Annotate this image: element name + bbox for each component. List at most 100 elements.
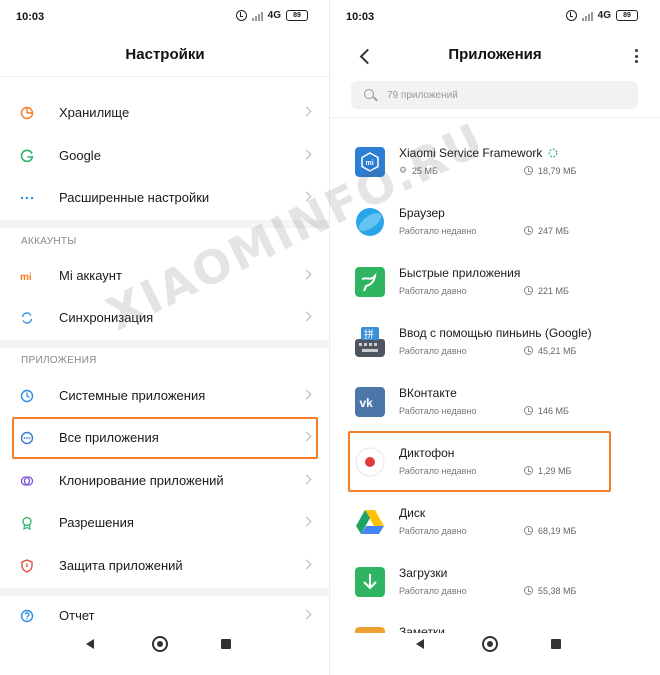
settings-item-label: Синхронизация xyxy=(59,310,154,325)
downloads-icon xyxy=(355,567,385,597)
app-status: Работало давно xyxy=(399,346,467,356)
settings-item-label: Защита приложений xyxy=(59,558,183,573)
battery-icon: 89 xyxy=(616,10,638,21)
status-time: 10:03 xyxy=(16,11,45,23)
settings-item-label: Google xyxy=(59,148,101,163)
app-list-item[interactable]: vk ВКонтакте Работало недавно 146 МБ xyxy=(330,373,660,433)
browser-icon xyxy=(356,208,384,236)
battery-icon: 89 xyxy=(286,10,308,21)
alarm-icon xyxy=(565,10,577,21)
shield-icon xyxy=(21,559,33,573)
nav-recents-icon[interactable] xyxy=(221,639,231,649)
highlight-box-recorder xyxy=(348,431,611,492)
network-type: 4G xyxy=(267,10,281,21)
loading-icon xyxy=(548,148,558,158)
app-name: Ввод с помощью пиньинь (Google) xyxy=(399,326,592,340)
status-icons: 4G 89 xyxy=(235,10,308,21)
page-title: Приложения xyxy=(448,46,542,63)
nav-home-icon[interactable] xyxy=(152,636,168,652)
drive-icon xyxy=(356,510,384,534)
app-list-item[interactable]: 拼 Ввод с помощью пиньинь (Google) Работа… xyxy=(330,313,660,373)
app-name: ВКонтакте xyxy=(399,386,457,400)
app-status: Работало давно xyxy=(399,286,467,296)
chevron-right-icon xyxy=(301,269,312,280)
signal-icon xyxy=(581,11,593,21)
xiaomi-framework-icon: mi xyxy=(355,147,385,177)
nav-back-icon[interactable] xyxy=(86,639,94,649)
section-header-apps: ПРИЛОЖЕНИЯ xyxy=(21,355,97,366)
section-divider xyxy=(0,220,330,228)
app-name: Загрузки xyxy=(399,566,448,580)
app-list-item[interactable]: Диск Работало давно 68,19 МБ xyxy=(330,493,660,553)
settings-item-app-protection[interactable]: Защита приложений xyxy=(0,546,330,586)
app-status: Работало давно xyxy=(399,526,467,536)
search-bar[interactable] xyxy=(351,81,638,109)
app-storage-size: 25 МБ xyxy=(399,165,438,176)
settings-item-label: Системные приложения xyxy=(59,388,206,403)
settings-item-advanced[interactable]: Расширенные настройки xyxy=(0,178,330,218)
app-list-item[interactable]: Быстрые приложения Работало давно 221 МБ xyxy=(330,253,660,313)
settings-item-google[interactable]: Google xyxy=(0,136,330,176)
list-divider xyxy=(330,117,660,118)
app-status: Работало давно xyxy=(399,586,467,596)
pinyin-keyboard-icon: 拼 xyxy=(355,327,385,357)
app-status: Работало недавно xyxy=(399,406,477,416)
chevron-right-icon xyxy=(301,516,312,527)
alarm-icon xyxy=(235,10,247,21)
nav-back-icon[interactable] xyxy=(416,639,424,649)
app-list-item[interactable]: mi Xiaomi Service Framework 25 МБ 18,79 … xyxy=(330,133,660,193)
signal-icon xyxy=(251,11,263,21)
settings-item-label: Отчет xyxy=(59,608,95,623)
app-name: Быстрые приложения xyxy=(399,266,521,280)
section-divider xyxy=(0,588,330,596)
section-divider xyxy=(0,340,330,348)
app-list-item[interactable]: Браузер Работало недавно 247 МБ xyxy=(330,193,660,253)
quick-apps-icon xyxy=(355,267,385,297)
svg-text:vk: vk xyxy=(360,396,374,410)
chevron-right-icon xyxy=(301,191,312,202)
app-name: Браузер xyxy=(399,206,445,220)
search-icon xyxy=(364,89,374,99)
header-divider xyxy=(0,76,330,77)
settings-item-storage[interactable]: Хранилище xyxy=(0,93,330,133)
status-bar: 10:03 4G 89 xyxy=(0,0,330,34)
settings-item-label: Клонирование приложений xyxy=(59,473,224,488)
app-size: 221 МБ xyxy=(524,286,569,296)
app-name: Xiaomi Service Framework xyxy=(399,146,543,160)
search-input[interactable] xyxy=(387,86,617,104)
app-size: 247 МБ xyxy=(524,226,569,236)
chevron-right-icon xyxy=(301,389,312,400)
status-bar: 10:03 4G 89 xyxy=(330,0,660,34)
app-list-item[interactable]: Загрузки Работало давно 55,38 МБ xyxy=(330,553,660,613)
dots-icon xyxy=(20,196,34,200)
settings-item-permissions[interactable]: Разрешения xyxy=(0,503,330,543)
settings-item-system-apps[interactable]: Системные приложения xyxy=(0,376,330,416)
settings-item-mi-account[interactable]: mi Mi аккаунт xyxy=(0,256,330,296)
pie-chart-icon xyxy=(20,106,34,120)
settings-item-sync[interactable]: Синхронизация xyxy=(0,298,330,338)
svg-text:mi: mi xyxy=(366,160,374,167)
nav-home-icon[interactable] xyxy=(482,636,498,652)
svg-text:拼: 拼 xyxy=(364,328,374,341)
badge-icon xyxy=(22,516,32,530)
vk-icon: vk xyxy=(355,387,385,417)
chevron-right-icon xyxy=(301,311,312,322)
status-icons: 4G 89 xyxy=(565,10,638,21)
app-size: 146 МБ xyxy=(524,406,569,416)
navigation-bar xyxy=(0,629,330,675)
grid-icon xyxy=(20,389,34,403)
nav-recents-icon[interactable] xyxy=(551,639,561,649)
app-name: Диск xyxy=(399,506,426,520)
settings-item-clone-apps[interactable]: Клонирование приложений xyxy=(0,461,330,501)
chevron-right-icon xyxy=(301,106,312,117)
app-size: 18,79 МБ xyxy=(524,166,576,176)
settings-screen: 10:03 4G 89 Настройки Хранилище Google Р… xyxy=(0,0,330,675)
mi-logo-icon: mi xyxy=(20,272,32,283)
app-status: Работало недавно xyxy=(399,226,477,236)
status-time: 10:03 xyxy=(346,11,375,23)
chevron-right-icon xyxy=(301,559,312,570)
chevron-right-icon xyxy=(301,609,312,620)
highlight-box-all-apps xyxy=(12,417,318,459)
more-options-icon[interactable] xyxy=(632,47,640,65)
chevron-right-icon xyxy=(301,474,312,485)
